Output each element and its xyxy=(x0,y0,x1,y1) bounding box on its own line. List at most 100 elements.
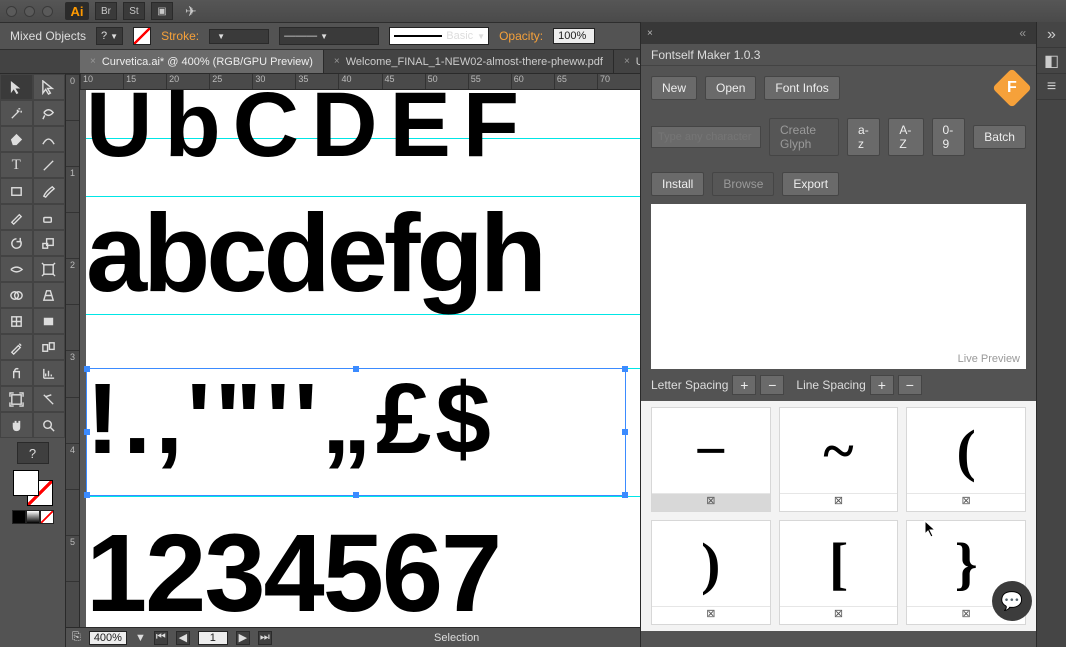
glyph-cell[interactable]: )⊠ xyxy=(651,520,771,625)
st-icon[interactable]: St xyxy=(123,2,145,20)
fontself-logo: F xyxy=(992,68,1032,108)
letter-spacing-dec[interactable]: − xyxy=(760,375,784,395)
az-button[interactable]: a-z xyxy=(847,118,880,156)
curve-tool[interactable] xyxy=(33,126,66,152)
live-preview[interactable]: Live Preview xyxy=(651,204,1026,369)
perspective-tool[interactable] xyxy=(33,282,66,308)
glyph-cell[interactable]: [⊠ xyxy=(779,520,899,625)
zoom-field[interactable]: 400% xyxy=(89,631,127,645)
line-spacing-dec[interactable]: − xyxy=(898,375,922,395)
fill-swatch[interactable] xyxy=(133,27,151,45)
character-input[interactable] xyxy=(651,126,761,148)
stroke-weight-dropdown[interactable]: ▼ xyxy=(209,29,269,44)
close-dot[interactable] xyxy=(6,6,17,17)
type-tool[interactable]: T xyxy=(0,152,33,178)
artboard-tool[interactable] xyxy=(0,386,33,412)
batch-button[interactable]: Batch xyxy=(973,125,1026,149)
none-mode[interactable] xyxy=(40,510,54,524)
pencil-tool[interactable] xyxy=(0,204,33,230)
slice-tool[interactable] xyxy=(33,386,66,412)
brush-style[interactable]: Basic▼ xyxy=(389,27,489,45)
graph-tool[interactable] xyxy=(33,360,66,386)
fontself-panel: ×« Fontself Maker 1.0.3 New Open Font In… xyxy=(640,22,1036,647)
free-transform-tool[interactable] xyxy=(33,256,66,282)
color-mode[interactable] xyxy=(12,510,26,524)
first-page[interactable]: ⏮ xyxy=(154,631,168,645)
width-tool[interactable] xyxy=(0,256,33,282)
font-infos-button[interactable]: Font Infos xyxy=(764,76,839,100)
zoom-tool[interactable] xyxy=(33,412,66,438)
scale-tool[interactable] xyxy=(33,230,66,256)
cursor-icon xyxy=(924,520,938,538)
magic-wand-tool[interactable] xyxy=(0,100,33,126)
artboard[interactable]: UbCDEF abcdefgh !.,'"''„£$ 1234567 xyxy=(86,90,640,627)
selection-label: Mixed Objects xyxy=(10,29,86,43)
zoom-dot[interactable] xyxy=(42,6,53,17)
tab-curvetica[interactable]: ×Curvetica.ai* @ 400% (RGB/GPU Preview) xyxy=(80,50,324,73)
opacity-label: Opacity: xyxy=(499,29,543,43)
prev-page[interactable]: ◀ xyxy=(176,631,190,645)
close-icon[interactable]: × xyxy=(90,56,96,67)
shape-builder-tool[interactable] xyxy=(0,282,33,308)
help-button[interactable]: ? xyxy=(17,442,49,464)
blend-tool[interactable] xyxy=(33,334,66,360)
brush-tool[interactable] xyxy=(33,178,66,204)
glyph-row-lower: abcdefgh xyxy=(86,190,640,318)
open-button[interactable]: Open xyxy=(705,76,756,100)
browse-button[interactable]: Browse xyxy=(712,172,774,196)
glyph-cell[interactable]: −⊠ xyxy=(651,407,771,512)
glyph-row-upper: UbCDEF xyxy=(86,90,640,178)
lasso-tool[interactable] xyxy=(33,100,66,126)
line-spacing-label: Line Spacing xyxy=(796,378,865,392)
rotate-tool[interactable] xyxy=(0,230,33,256)
create-glyph-button[interactable]: Create Glyph xyxy=(769,118,839,156)
install-button[interactable]: Install xyxy=(651,172,704,196)
fill-swatch-box[interactable] xyxy=(13,470,39,496)
minimize-dot[interactable] xyxy=(24,6,35,17)
opacity-input[interactable] xyxy=(553,28,595,44)
dock-item[interactable]: ≡ xyxy=(1037,74,1066,100)
pen-tool[interactable] xyxy=(0,126,33,152)
canvas[interactable]: UbCDEF abcdefgh !.,'"''„£$ 1234567 xyxy=(80,90,640,627)
gradient-mode[interactable] xyxy=(26,510,40,524)
close-icon[interactable]: × xyxy=(334,56,340,67)
page-field[interactable]: 1 xyxy=(198,631,228,645)
dock-collapse-icon[interactable]: » xyxy=(1037,22,1066,48)
gradient-tool[interactable] xyxy=(33,308,66,334)
letter-spacing-inc[interactable]: + xyxy=(732,375,756,395)
br-icon[interactable]: Br xyxy=(95,2,117,20)
stroke-profile-dropdown[interactable]: ———▼ xyxy=(279,27,379,45)
line-tool[interactable] xyxy=(33,152,66,178)
dock-item[interactable]: ◧ xyxy=(1037,48,1066,74)
AZ-button[interactable]: A-Z xyxy=(888,118,923,156)
arrange-icon[interactable]: ▣ xyxy=(151,2,173,20)
close-icon[interactable]: × xyxy=(647,28,653,39)
collapse-icon[interactable]: « xyxy=(1015,26,1030,40)
mesh-tool[interactable] xyxy=(0,308,33,334)
export-icon[interactable]: ⎘ xyxy=(72,631,81,644)
fill-stroke-swatches[interactable] xyxy=(13,470,53,506)
tab-welcome[interactable]: ×Welcome_FINAL_1-NEW02-almost-there-phew… xyxy=(324,50,614,73)
hand-tool[interactable] xyxy=(0,412,33,438)
help-dropdown[interactable]: ?▼ xyxy=(96,27,123,45)
last-page[interactable]: ⏭ xyxy=(258,631,272,645)
chat-fab[interactable]: 💬 xyxy=(992,581,1032,621)
close-icon[interactable]: × xyxy=(624,56,630,67)
glyph-cell[interactable]: (⊠ xyxy=(906,407,1026,512)
eraser-tool[interactable] xyxy=(33,204,66,230)
eyedropper-tool[interactable] xyxy=(0,334,33,360)
rect-tool[interactable] xyxy=(0,178,33,204)
new-button[interactable]: New xyxy=(651,76,697,100)
selection-tool[interactable] xyxy=(0,74,33,100)
line-spacing-inc[interactable]: + xyxy=(870,375,894,395)
ruler-vertical: 012345 xyxy=(66,74,80,627)
next-page[interactable]: ▶ xyxy=(236,631,250,645)
glyph-cell[interactable]: ~⊠ xyxy=(779,407,899,512)
export-button[interactable]: Export xyxy=(782,172,839,196)
selection-bounds[interactable] xyxy=(86,368,626,496)
gpu-icon[interactable]: ✈ xyxy=(185,3,197,20)
09-button[interactable]: 0-9 xyxy=(932,118,966,156)
symbol-tool[interactable] xyxy=(0,360,33,386)
direct-select-tool[interactable] xyxy=(33,74,66,100)
window-titlebar: Ai Br St ▣ ✈ xyxy=(0,0,1066,22)
